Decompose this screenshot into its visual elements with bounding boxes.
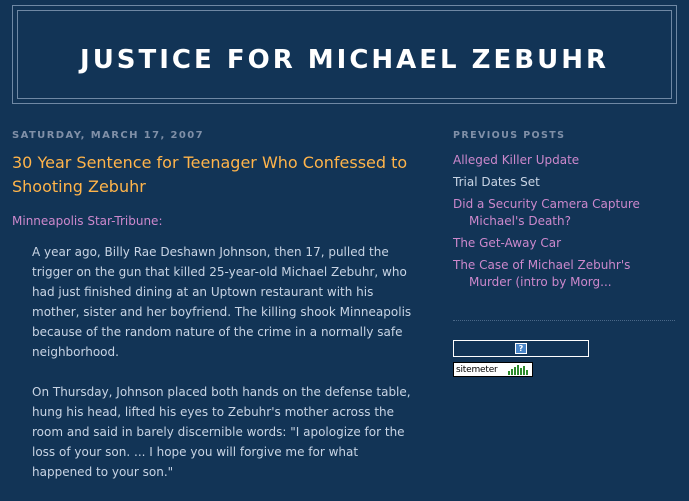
post-paragraph: A year ago, Billy Rae Deshawn Johnson, t… xyxy=(32,245,412,359)
main-column: SATURDAY, MARCH 17, 2007 30 Year Sentenc… xyxy=(12,128,417,501)
sitemeter-badge[interactable]: sitemeter xyxy=(453,362,533,377)
blog-title[interactable]: JUSTICE FOR MICHAEL ZEBUHR xyxy=(18,45,671,75)
previous-post-item: Alleged Killer Update xyxy=(453,152,675,169)
sidebar-divider xyxy=(453,320,675,321)
previous-post-item: Trial Dates Set xyxy=(453,174,675,191)
previous-post-item: The Case of Michael Zebuhr's Murder (int… xyxy=(453,257,675,291)
post-paragraph: On Thursday, Johnson placed both hands o… xyxy=(32,385,411,479)
sidebar-title: PREVIOUS POSTS xyxy=(453,130,566,141)
previous-post-item: Did a Security Camera Capture Michael's … xyxy=(453,196,675,230)
post-body: A year ago, Billy Rae Deshawn Johnson, t… xyxy=(32,242,417,482)
blog-header-inner-border: JUSTICE FOR MICHAEL ZEBUHR xyxy=(17,10,672,99)
previous-post-link[interactable]: Did a Security Camera Capture Michael's … xyxy=(453,197,640,228)
sitemeter-bars-icon xyxy=(508,365,532,375)
previous-post-link[interactable]: Trial Dates Set xyxy=(453,175,540,189)
blog-header: JUSTICE FOR MICHAEL ZEBUHR xyxy=(12,5,677,104)
previous-post-link[interactable]: The Get-Away Car xyxy=(453,236,561,250)
source-link[interactable]: Minneapolis Star-Tribune: xyxy=(12,212,417,230)
post-title[interactable]: 30 Year Sentence for Teenager Who Confes… xyxy=(12,151,417,199)
previous-post-link[interactable]: Alleged Killer Update xyxy=(453,153,579,167)
previous-post-item: The Get-Away Car xyxy=(453,235,675,252)
post-date: SATURDAY, MARCH 17, 2007 xyxy=(12,130,204,141)
sitemeter-label: sitemeter xyxy=(456,365,498,375)
sitemeter-widget-box[interactable]: ? xyxy=(453,340,589,357)
sidebar: PREVIOUS POSTS Alleged Killer Update Tri… xyxy=(453,128,675,296)
previous-post-link[interactable]: The Case of Michael Zebuhr's Murder (int… xyxy=(453,258,630,289)
previous-posts-list: Alleged Killer Update Trial Dates Set Di… xyxy=(453,152,675,291)
question-icon[interactable]: ? xyxy=(515,343,527,354)
